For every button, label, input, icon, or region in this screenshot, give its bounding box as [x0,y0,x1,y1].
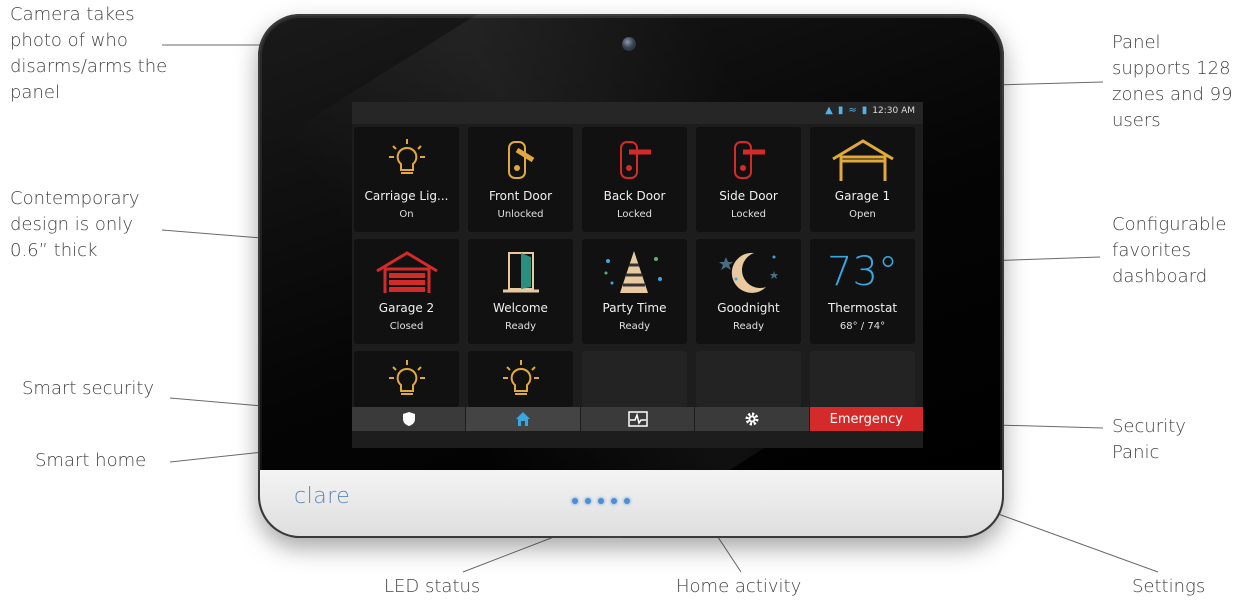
smart-security-callout: Smart security [22,378,155,399]
status-bar: ▲ ▮ ≈ ▮ 12:30 AM [352,102,923,124]
led-icon [624,498,630,504]
garage-open-icon [810,133,915,187]
tile-side-door[interactable]: Side Door Locked [696,127,801,232]
tile-front-door[interactable]: Front Door Unlocked [468,127,573,232]
device-chin: clare [260,470,1002,536]
home-icon [516,412,531,426]
status-time: 12:30 AM [872,105,915,116]
touch-screen: ▲ ▮ ≈ ▮ 12:30 AM Carriage Lig... On Fron… [352,102,923,448]
security-panel-device: ▲ ▮ ≈ ▮ 12:30 AM Carriage Lig... On Fron… [258,14,1004,538]
tile-thermostat[interactable]: 73° Thermostat 68° / 74° [810,239,915,344]
led-icon [572,498,578,504]
status-icons: ▲ ▮ ≈ ▮ 12:30 AM [825,105,915,116]
door-icon [468,245,573,299]
bulb-icon [354,359,459,403]
brand-logo: clare [294,484,351,509]
led-icon [611,498,617,504]
tile-back-door[interactable]: Back Door Locked [582,127,687,232]
signal-icon: ▮ [837,105,844,116]
tile-welcome[interactable]: Welcome Ready [468,239,573,344]
led-status-indicators [572,498,630,504]
led-icon [598,498,604,504]
gear-icon [745,412,759,426]
emergency-button[interactable]: Emergency [809,407,923,431]
panic-callout: Security Panic [1112,416,1186,463]
activity-callout: Home activity [676,576,802,597]
thermostat-reading: 73° [827,249,898,295]
bottom-nav: Emergency [352,407,923,431]
settings-nav-button[interactable] [695,407,810,431]
camera-lens-icon [622,37,636,51]
tile-empty-3 [810,351,915,407]
design-callout: Contemporary design is only 0.6” thick [10,188,140,261]
camera-callout: Camera takes photo of who disarms/arms t… [10,4,168,103]
tile-goodnight[interactable]: Goodnight Ready [696,239,801,344]
lock-locked-icon [696,133,801,187]
tile-garage-1[interactable]: Garage 1 Open [810,127,915,232]
panel-capacity-callout: Panel supports 128 zones and 99 users [1112,32,1233,131]
wifi-icon: ≈ [848,105,857,116]
battery-icon: ▮ [861,105,868,116]
garage-closed-icon [354,245,459,299]
tile-light-4[interactable] [468,351,573,407]
tile-empty-1 [582,351,687,407]
tile-carriage-light[interactable]: Carriage Lig... On [354,127,459,232]
led-icon [585,498,591,504]
moon-icon [696,245,801,299]
party-hat-icon [582,245,687,299]
tile-empty-2 [696,351,801,407]
lock-unlocked-icon [468,133,573,187]
settings-callout: Settings [1132,576,1206,597]
tile-garage-2[interactable]: Garage 2 Closed [354,239,459,344]
smart-home-callout: Smart home [35,450,147,471]
bulb-icon [468,359,573,403]
bulb-icon [354,133,459,187]
volume-icon: ▲ [825,105,833,116]
tile-party-time[interactable]: Party Time Ready [582,239,687,344]
activity-nav-button[interactable] [580,407,696,431]
activity-icon [627,411,648,427]
security-nav-button[interactable] [352,407,467,431]
favorites-callout: Configurable favorites dashboard [1112,214,1227,287]
shield-icon [402,412,415,426]
home-nav-button[interactable] [466,407,581,431]
led-callout: LED status [384,576,481,597]
tile-light-3[interactable] [354,351,459,407]
lock-locked-icon [582,133,687,187]
